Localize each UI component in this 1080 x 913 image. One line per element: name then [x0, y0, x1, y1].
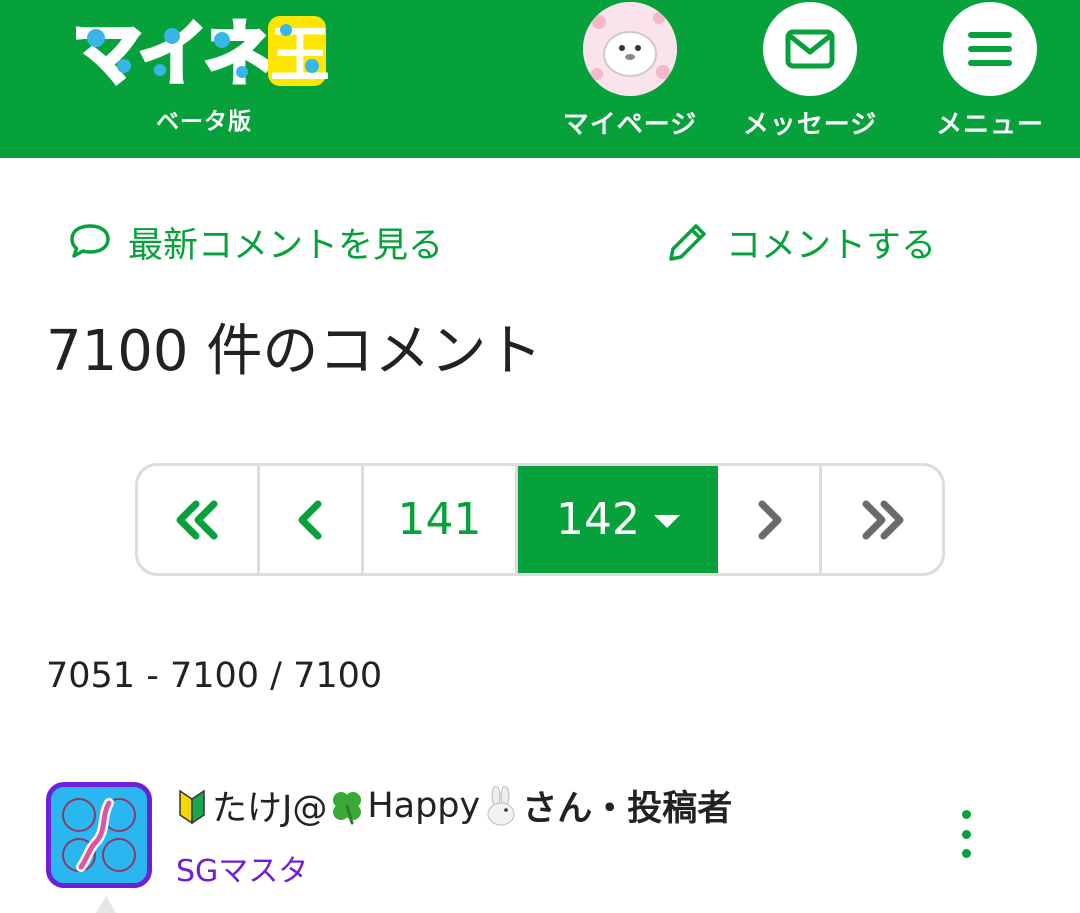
prev-page-button[interactable]	[260, 466, 364, 573]
speech-bubble-icon	[70, 224, 110, 258]
chevron-right-icon	[758, 500, 781, 539]
messages-label: メッセージ	[742, 110, 878, 140]
nav-menu[interactable]: メニュー	[930, 0, 1050, 158]
comment-count: 7100	[46, 319, 189, 384]
nav-messages[interactable]: メッセージ	[740, 0, 880, 158]
current-page-dropdown[interactable]: 142	[518, 466, 718, 573]
mypage-label: マイページ	[562, 110, 698, 140]
app-header: マイネ 王 ベータ版 マイページ メッセージ メニュー	[0, 0, 1080, 158]
commenter-avatar[interactable]	[46, 782, 152, 888]
svg-text:マイネ: マイネ	[72, 13, 271, 95]
first-page-button[interactable]	[138, 466, 260, 573]
current-page-number: 142	[556, 494, 640, 545]
pagination: 141 142	[135, 463, 945, 576]
latest-comments-label: 最新コメントを見る	[128, 225, 444, 266]
caret-down-icon	[653, 515, 680, 528]
hamburger-icon	[943, 2, 1037, 96]
user-avatar[interactable]	[583, 2, 677, 96]
chevron-left-icon	[298, 500, 321, 539]
next-page-button[interactable]	[718, 466, 822, 573]
post-comment-link[interactable]: コメントする	[666, 215, 936, 269]
author-name: たけJ@	[212, 789, 328, 829]
beginner-mark-icon	[172, 784, 212, 828]
comment-count-label: 件のコメント	[206, 319, 543, 384]
user-rank-badge: SGマスタ	[176, 854, 309, 889]
comment-author[interactable]: たけJ@ Happy さん・投稿者	[172, 780, 732, 831]
result-range: 7051 - 7100 / 7100	[46, 656, 383, 696]
envelope-icon	[763, 2, 857, 96]
clover-icon	[327, 784, 367, 828]
more-options-icon[interactable]	[950, 810, 982, 858]
rabbit-icon	[480, 784, 520, 828]
last-page-button[interactable]	[822, 466, 942, 573]
double-chevron-right-icon	[862, 500, 904, 539]
page-button-141[interactable]: 141	[364, 466, 518, 573]
menu-label: メニュー	[935, 110, 1044, 140]
nav-mypage[interactable]: マイページ	[560, 0, 700, 158]
latest-comments-link[interactable]: 最新コメントを見る	[68, 215, 443, 269]
site-logo[interactable]: マイネ 王 ベータ版	[72, 10, 332, 135]
pencil-icon	[669, 224, 706, 261]
svg-text:王: 王	[270, 21, 328, 91]
double-chevron-left-icon	[176, 500, 217, 539]
comment-bubble-tail	[96, 896, 116, 913]
beta-label: ベータ版	[156, 109, 252, 135]
post-comment-label: コメントする	[726, 225, 937, 266]
author-name-part2: Happy	[367, 785, 481, 826]
author-role: さん・投稿者	[522, 789, 733, 829]
comment-count-heading: 7100 件のコメント	[46, 306, 542, 387]
